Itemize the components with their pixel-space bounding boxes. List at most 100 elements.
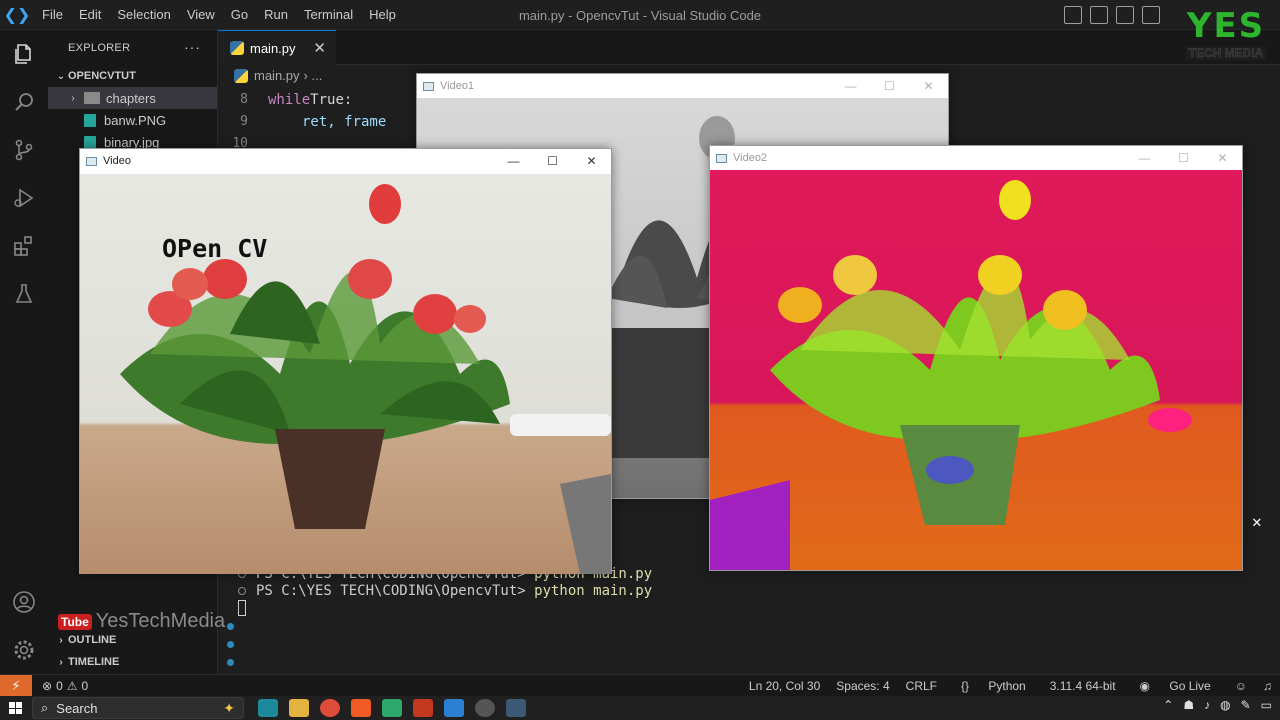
customize-layout-icon[interactable] <box>1142 6 1160 24</box>
close-icon[interactable]: ✕ <box>572 154 611 168</box>
tree-item-chapters[interactable]: › chapters <box>48 87 217 109</box>
code-line: 8 while True: <box>218 92 418 114</box>
edge-browser-icon[interactable] <box>258 699 278 717</box>
run-debug-icon[interactable] <box>12 186 36 210</box>
copilot-sparkle-icon: ✦ <box>223 699 235 716</box>
chevron-right-icon: › <box>59 656 63 668</box>
warning-count: 0 <box>81 678 89 693</box>
menu-go[interactable]: Go <box>223 7 256 22</box>
vscode-taskbar-icon[interactable] <box>444 699 464 717</box>
tree-item-label: chapters <box>106 90 156 106</box>
terminal-prompt: PS C:\YES TECH\CODING\OpencvTut> <box>256 583 526 599</box>
network-icon[interactable]: ☗ <box>1183 698 1194 712</box>
video1-titlebar[interactable]: Video1 — ☐ ✕ <box>417 74 948 98</box>
video2-titlebar[interactable]: Video2 — ☐ ✕ <box>710 146 1242 170</box>
video-titlebar[interactable]: Video — ☐ ✕ <box>80 149 611 173</box>
code-editor[interactable]: 8 while True: 9 ret, frame 10 <box>218 92 418 152</box>
minimize-icon[interactable]: — <box>831 79 870 93</box>
menu-run[interactable]: Run <box>256 7 296 22</box>
minimize-icon[interactable]: — <box>494 154 533 168</box>
line-number: 9 <box>240 114 248 129</box>
menu-help[interactable]: Help <box>361 7 404 22</box>
edge-dev-icon[interactable] <box>382 699 402 717</box>
menu-selection[interactable]: Selection <box>109 7 178 22</box>
maximize-icon[interactable]: ☐ <box>1164 151 1203 165</box>
taskbar-search[interactable]: ⌕ Search ✦ <box>32 697 244 719</box>
minimize-icon[interactable]: — <box>1125 151 1164 165</box>
powerpoint-icon[interactable] <box>413 699 433 717</box>
brave-icon[interactable] <box>351 699 371 717</box>
python-file-icon <box>230 41 244 55</box>
chevron-up-icon[interactable]: ⌃ <box>1163 698 1173 712</box>
python-interpreter[interactable]: 3.11.4 64-bit <box>1042 679 1124 693</box>
menu-file[interactable]: File <box>34 7 71 22</box>
error-count: 0 <box>56 678 63 693</box>
terminal-panel[interactable]: ✕ PS C:\YES TECH\CODING\OpencvTut> pytho… <box>218 512 1280 674</box>
tree-item-banw[interactable]: banw.PNG <box>48 109 217 131</box>
breadcrumb-rest[interactable]: › ... <box>304 68 323 83</box>
tab-main-py[interactable]: main.py ✕ <box>218 30 336 65</box>
chrome-icon[interactable] <box>320 699 340 717</box>
python-taskbar-icon[interactable] <box>506 699 526 717</box>
close-panel-icon[interactable]: ✕ <box>1252 512 1262 531</box>
search-placeholder: Search <box>56 700 98 716</box>
explorer-more-icon[interactable]: ··· <box>184 39 201 55</box>
project-folder-label: OPENCVTUT <box>68 70 136 82</box>
close-tab-icon[interactable]: ✕ <box>313 39 326 57</box>
source-control-icon[interactable] <box>12 138 36 162</box>
maximize-icon[interactable]: ☐ <box>870 79 909 93</box>
layout-controls <box>1064 6 1160 24</box>
system-tray: ⌃ ☗ ♪ ◍ ✎ ▭ <box>1163 698 1272 712</box>
close-icon[interactable]: ✕ <box>909 79 948 93</box>
file-explorer-icon[interactable] <box>289 699 309 717</box>
globe-icon[interactable]: ◍ <box>1220 698 1230 712</box>
breadcrumb-file[interactable]: main.py <box>254 68 300 83</box>
search-icon[interactable] <box>12 90 36 114</box>
video-window[interactable]: Video — ☐ ✕ OPen CV <box>79 148 612 574</box>
app-icon[interactable] <box>475 699 495 717</box>
close-icon[interactable]: ✕ <box>1203 151 1242 165</box>
breadcrumb: main.py › ... <box>234 68 322 83</box>
terminal-status-dot <box>227 641 234 648</box>
cursor-position[interactable]: Ln 20, Col 30 <box>741 679 828 693</box>
editor-tabs: main.py ✕ <box>218 30 1280 65</box>
extensions-icon[interactable] <box>12 234 36 258</box>
explorer-icon[interactable] <box>12 42 36 66</box>
manage-gear-icon[interactable] <box>12 638 36 662</box>
youtube-badge: Tube <box>58 613 92 630</box>
menu-terminal[interactable]: Terminal <box>296 7 361 22</box>
toggle-secondary-sidebar-icon[interactable] <box>1116 6 1134 24</box>
problems-indicator[interactable]: ⊗ 0 ⚠ 0 <box>42 679 88 693</box>
volume-icon[interactable]: ♪ <box>1204 698 1210 712</box>
taskbar-apps <box>258 699 526 717</box>
account-icon[interactable] <box>12 590 36 614</box>
line-ending[interactable]: CRLF <box>898 679 945 693</box>
notification-center-icon[interactable]: ▭ <box>1261 698 1272 712</box>
go-live-button[interactable]: ◉ Go Live <box>1124 679 1227 693</box>
windows-start-icon[interactable] <box>0 696 30 720</box>
go-live-label: Go Live <box>1169 679 1211 693</box>
toggle-panel-icon[interactable] <box>1090 6 1108 24</box>
maximize-icon[interactable]: ☐ <box>533 154 572 168</box>
testing-flask-icon[interactable] <box>12 282 36 306</box>
timeline-section[interactable]: › TIMELINE <box>48 651 218 673</box>
notifications-bell-icon[interactable]: ♫ <box>1255 679 1280 693</box>
menu-view[interactable]: View <box>179 7 223 22</box>
image-file-icon <box>84 113 96 127</box>
project-folder[interactable]: ⌄ OPENCVTUT <box>48 65 217 87</box>
window-icon <box>423 81 434 91</box>
windows-taskbar: ⌕ Search ✦ ⌃ ☗ ♪ ◍ ✎ ▭ <box>0 696 1280 720</box>
menu-edit[interactable]: Edit <box>71 7 109 22</box>
remote-indicator-icon[interactable]: ⚡ <box>0 674 32 697</box>
pen-icon[interactable]: ✎ <box>1241 698 1251 712</box>
feedback-icon[interactable]: ☺ <box>1227 679 1255 693</box>
indentation[interactable]: Spaces: 4 <box>828 679 897 693</box>
keyword-token: while <box>268 92 311 108</box>
toggle-sidebar-icon[interactable] <box>1064 6 1082 24</box>
language-mode[interactable]: {} Python <box>945 679 1042 693</box>
braces-icon: {} <box>961 679 970 693</box>
outline-section[interactable]: › OUTLINE <box>48 629 218 651</box>
video2-window[interactable]: Video2 — ☐ ✕ <box>709 145 1243 571</box>
terminal-status-dot <box>227 659 234 666</box>
tree-item-label: banw.PNG <box>104 112 167 128</box>
